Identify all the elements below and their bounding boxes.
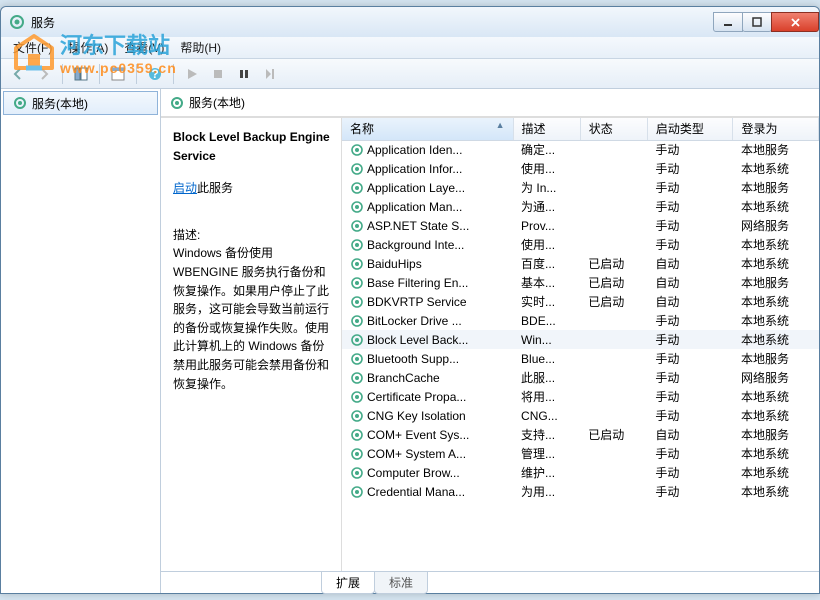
nav-label: 服务(本地)	[32, 95, 88, 112]
table-row[interactable]: COM+ System A...管理...手动本地系统	[342, 444, 819, 463]
service-icon	[350, 162, 364, 176]
service-icon	[350, 257, 364, 271]
service-icon	[350, 466, 364, 480]
col-name[interactable]: 名称▲	[342, 118, 513, 140]
nav-services-local[interactable]: 服务(本地)	[3, 91, 158, 115]
service-icon	[350, 181, 364, 195]
table-row[interactable]: ASP.NET State S...Prov...手动网络服务	[342, 216, 819, 235]
show-hide-button[interactable]	[70, 63, 92, 85]
menu-file[interactable]: 文件(F)	[7, 37, 58, 58]
forward-button[interactable]	[33, 63, 55, 85]
back-button[interactable]	[7, 63, 29, 85]
restart-service-button[interactable]	[259, 63, 281, 85]
nav-pane: 服务(本地)	[1, 89, 161, 593]
service-icon	[350, 219, 364, 233]
start-service-button[interactable]	[181, 63, 203, 85]
menu-action[interactable]: 操作(A)	[62, 37, 114, 58]
tab-standard[interactable]: 标准	[374, 572, 428, 594]
table-row[interactable]: BranchCache此服...手动网络服务	[342, 368, 819, 387]
service-icon	[350, 333, 364, 347]
service-icon	[350, 390, 364, 404]
content-header: 服务(本地)	[161, 89, 819, 117]
table-row[interactable]: CNG Key IsolationCNG...手动本地系统	[342, 406, 819, 425]
table-row[interactable]: BaiduHips百度...已启动自动本地系统	[342, 254, 819, 273]
description-label: 描述:	[173, 226, 333, 245]
table-row[interactable]: Base Filtering En...基本...已启动自动本地服务	[342, 273, 819, 292]
detail-pane: Block Level Backup Engine Service 启动此服务 …	[161, 118, 341, 571]
view-tabs: 扩展 标准	[161, 571, 819, 593]
table-row[interactable]: Block Level Back...Win...手动本地系统	[342, 330, 819, 349]
col-desc[interactable]: 描述	[513, 118, 580, 140]
start-link[interactable]: 启动	[173, 181, 197, 195]
table-row[interactable]: Application Infor...使用...手动本地系统	[342, 159, 819, 178]
pause-service-button[interactable]	[233, 63, 255, 85]
menu-help[interactable]: 帮助(H)	[174, 37, 227, 58]
service-icon	[350, 200, 364, 214]
gear-icon	[169, 95, 185, 111]
selected-service-name: Block Level Backup Engine Service	[173, 128, 333, 165]
close-button[interactable]	[771, 12, 819, 32]
app-icon	[9, 14, 25, 30]
table-row[interactable]: BitLocker Drive ...BDE...手动本地系统	[342, 311, 819, 330]
service-icon	[350, 295, 364, 309]
menubar: 文件(F) 操作(A) 查看(V) 帮助(H)	[1, 37, 819, 59]
table-row[interactable]: Application Laye...为 In...手动本地服务	[342, 178, 819, 197]
window-title: 服务	[31, 14, 55, 31]
col-status[interactable]: 状态	[580, 118, 647, 140]
table-row[interactable]: BDKVRTP Service实时...已启动自动本地系统	[342, 292, 819, 311]
service-icon	[350, 371, 364, 385]
service-icon	[350, 143, 364, 157]
table-row[interactable]: Certificate Propa...将用...手动本地系统	[342, 387, 819, 406]
sort-asc-icon: ▲	[496, 120, 505, 130]
service-icon	[350, 409, 364, 423]
stop-service-button[interactable]	[207, 63, 229, 85]
col-logon[interactable]: 登录为	[733, 118, 819, 140]
table-row[interactable]: Credential Mana...为用...手动本地系统	[342, 482, 819, 501]
start-service-line: 启动此服务	[173, 179, 333, 198]
tab-extended[interactable]: 扩展	[321, 572, 375, 594]
properties-button[interactable]	[107, 63, 129, 85]
col-startup[interactable]: 启动类型	[647, 118, 733, 140]
titlebar[interactable]: 服务	[1, 7, 819, 37]
menu-view[interactable]: 查看(V)	[118, 37, 170, 58]
service-icon	[350, 352, 364, 366]
service-icon	[350, 485, 364, 499]
maximize-button[interactable]	[742, 12, 772, 32]
table-row[interactable]: Application Man...为通...手动本地系统	[342, 197, 819, 216]
svg-text:?: ?	[151, 67, 158, 81]
content-pane: 服务(本地) Block Level Backup Engine Service…	[161, 89, 819, 593]
service-icon	[350, 314, 364, 328]
help-button[interactable]: ?	[144, 63, 166, 85]
services-window: 服务 文件(F) 操作(A) 查看(V) 帮助(H) ? 服务(本地)	[0, 6, 820, 594]
toolbar: ?	[1, 59, 819, 89]
content-title: 服务(本地)	[189, 94, 245, 111]
table-row[interactable]: Application Iden...确定...手动本地服务	[342, 140, 819, 159]
table-row[interactable]: Computer Brow...维护...手动本地系统	[342, 463, 819, 482]
services-list[interactable]: 名称▲ 描述 状态 启动类型 登录为 Application Iden...确定…	[341, 118, 819, 571]
table-row[interactable]: Background Inte...使用...手动本地系统	[342, 235, 819, 254]
table-row[interactable]: COM+ Event Sys...支持...已启动自动本地服务	[342, 425, 819, 444]
service-icon	[350, 428, 364, 442]
description-text: Windows 备份使用 WBENGINE 服务执行备份和恢复操作。如果用户停止…	[173, 244, 333, 393]
table-row[interactable]: Bluetooth Supp...Blue...手动本地服务	[342, 349, 819, 368]
minimize-button[interactable]	[713, 12, 743, 32]
service-icon	[350, 276, 364, 290]
gear-icon	[12, 95, 28, 111]
service-icon	[350, 238, 364, 252]
service-icon	[350, 447, 364, 461]
